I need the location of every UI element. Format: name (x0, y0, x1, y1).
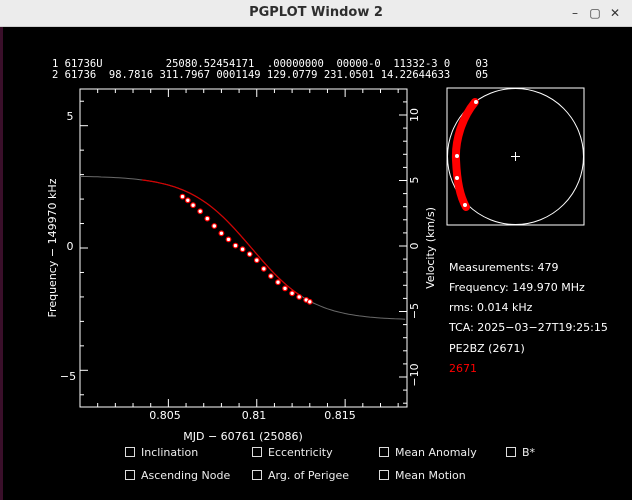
data-point (184, 197, 191, 204)
xtick-0815: 0.815 (324, 409, 356, 422)
data-point (218, 230, 225, 237)
model-curve-pass (141, 179, 302, 297)
checkbox-label: Arg. of Perigee (268, 469, 350, 482)
checkbox-inclination[interactable]: Inclination (125, 446, 198, 459)
data-point (306, 298, 313, 305)
info-frequency: Frequency: 149.970 MHz (449, 281, 585, 294)
checkbox-box[interactable] (252, 470, 262, 480)
close-button[interactable]: ✕ (605, 4, 625, 22)
title-bar: PGPLOT Window 2 – ▢ ✕ (0, 0, 632, 27)
maximize-button[interactable]: ▢ (585, 4, 605, 22)
checkbox-box[interactable] (125, 447, 135, 457)
info-rms: rms: 0.014 kHz (449, 301, 533, 314)
data-point (296, 294, 303, 300)
checkbox-box[interactable] (379, 470, 389, 480)
measurement-points (179, 193, 313, 305)
data-point (246, 251, 253, 258)
data-point (239, 246, 246, 253)
skyplot-marker (455, 154, 459, 158)
checkbox-bstar[interactable]: B* (506, 446, 535, 459)
data-point (204, 215, 211, 222)
xtick-0810: 0.81 (242, 409, 267, 422)
data-point (289, 290, 296, 297)
checkbox-box[interactable] (125, 470, 135, 480)
ytick-left-5: 5 (67, 110, 74, 123)
checkbox-label: Eccentricity (268, 446, 333, 459)
checkbox-label: B* (522, 446, 536, 459)
window-title: PGPLOT Window 2 (249, 5, 383, 20)
data-point (197, 208, 204, 215)
tle-line-2: 2 61736 98.7816 311.7967 0001149 129.077… (52, 69, 488, 81)
pgplot-canvas[interactable]: 1 61736U 25080.52454171 .00000000 00000-… (0, 27, 632, 500)
ytick-left-minus5: −5 (60, 370, 76, 383)
checkbox-arg-of-perigee[interactable]: Arg. of Perigee (252, 469, 349, 482)
data-point (190, 202, 197, 209)
data-point (253, 257, 260, 264)
info-station-id: 2671 (449, 362, 477, 375)
ytick-right-10: 10 (408, 108, 421, 122)
x-axis-label: MJD − 60761 (25086) (183, 430, 302, 443)
checkbox-label: Ascending Node (141, 469, 231, 482)
checkbox-eccentricity[interactable]: Eccentricity (252, 446, 333, 459)
ytick-right-0: 0 (408, 243, 421, 250)
y-axis-right-label: Velocity (km/s) (424, 207, 437, 289)
xtick-0805: 0.805 (149, 409, 181, 422)
ytick-right-minus10: −10 (408, 363, 421, 386)
skyplot-marker (455, 176, 459, 180)
ytick-right-5: 5 (408, 177, 421, 184)
minimize-button[interactable]: – (565, 4, 585, 22)
data-point (211, 223, 218, 229)
checkbox-label: Mean Anomaly (395, 446, 477, 459)
info-tca: TCA: 2025−03−27T19:25:15 (448, 321, 608, 334)
ytick-right-minus5: −5 (408, 303, 421, 319)
checkbox-mean-motion[interactable]: Mean Motion (379, 469, 466, 482)
data-point (260, 265, 267, 272)
checkbox-box[interactable] (379, 447, 389, 457)
ytick-left-0: 0 (67, 240, 74, 253)
checkbox-box[interactable] (252, 447, 262, 457)
data-point (232, 242, 239, 249)
data-point (225, 236, 232, 243)
skyplot-zenith-cross (511, 152, 520, 161)
data-point (282, 285, 288, 292)
data-point (179, 193, 186, 200)
skyplot-track (451, 98, 479, 211)
checkbox-label: Mean Motion (395, 469, 466, 482)
info-station: PE2BZ (2671) (449, 342, 525, 355)
data-point (275, 279, 281, 286)
checkbox-mean-anomaly[interactable]: Mean Anomaly (379, 446, 477, 459)
skyplot-marker (463, 203, 467, 207)
checkbox-ascending-node[interactable]: Ascending Node (125, 469, 230, 482)
skyplot-marker (474, 100, 478, 104)
y-axis-label: Frequency − 149970 kHz (46, 178, 59, 317)
checkbox-label: Inclination (141, 446, 199, 459)
checkbox-box[interactable] (506, 447, 516, 457)
data-point (268, 273, 274, 280)
info-measurements: Measurements: 479 (449, 261, 558, 274)
